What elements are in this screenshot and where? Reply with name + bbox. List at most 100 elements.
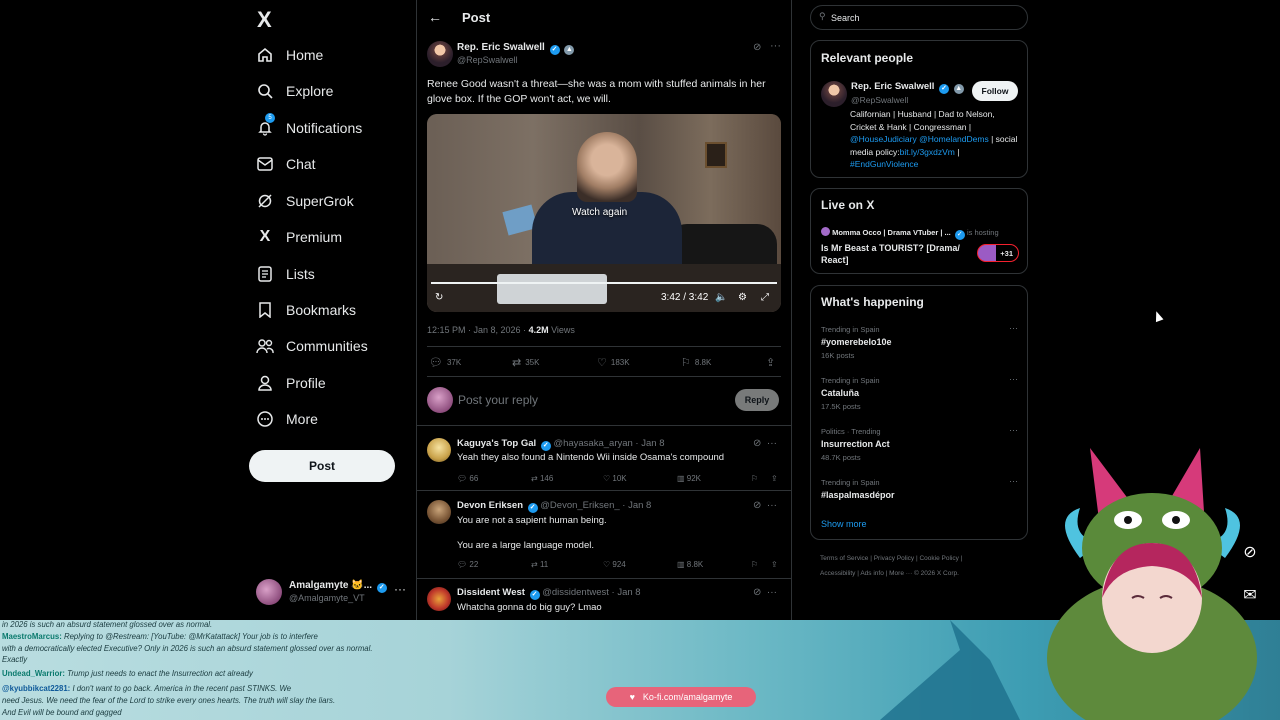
- account-handle: @Amalgamyte_VT: [289, 593, 365, 603]
- video-player[interactable]: Watch again ↻ 3:42 / 3:42 🔈 ⚙ ⤢: [427, 114, 781, 312]
- account-switcher[interactable]: Amalgamyte 🐱... ✓ @Amalgamyte_VT ···: [256, 576, 406, 610]
- bio-link[interactable]: #EndGunViolence: [850, 159, 918, 169]
- bookmark-icon: ⚐: [681, 357, 691, 369]
- nav-item-chat[interactable]: Chat: [254, 146, 316, 182]
- share-icon[interactable]: ⇪: [766, 356, 779, 369]
- nav-item-explore[interactable]: Explore: [254, 73, 333, 109]
- settings-gear-icon[interactable]: ⚙: [738, 292, 747, 303]
- chat-message: @kyubbikcat2281: I don't want to go back…: [2, 684, 292, 693]
- reply-action[interactable]: 💬︎ 37K: [429, 356, 461, 369]
- avatar: [427, 438, 451, 462]
- tweet-author[interactable]: Rep. Eric Swalwell ✓ ▲: [457, 42, 575, 55]
- fullscreen-icon[interactable]: ⤢: [761, 292, 769, 303]
- list-icon: [254, 263, 276, 285]
- trend-item[interactable]: Trending in Spain Cataluña 17.5K posts ·…: [821, 374, 1021, 411]
- reply-text: You are a large language model.: [457, 540, 594, 551]
- bookmark-icon: [254, 299, 276, 321]
- nav-item-profile[interactable]: Profile: [254, 365, 326, 401]
- nav-item-bookmarks[interactable]: Bookmarks: [254, 292, 356, 328]
- reply-menu[interactable]: ⊘ ···: [753, 587, 777, 598]
- reply-author[interactable]: Devon Eriksen ✓ @Devon_Eriksen_ · Jan 8: [457, 500, 651, 513]
- reply-count[interactable]: 💬︎ 22: [457, 560, 478, 569]
- show-more-link[interactable]: Show more: [821, 519, 867, 529]
- repost-count[interactable]: ⇄ 11: [531, 560, 548, 569]
- people-icon: [254, 335, 276, 357]
- post-button[interactable]: Post: [249, 450, 395, 482]
- nav-item-communities[interactable]: Communities: [254, 328, 368, 364]
- bio-link[interactable]: @HouseJudiciary: [850, 134, 917, 144]
- divider: [427, 376, 781, 377]
- reply-menu[interactable]: ⊘ ···: [753, 438, 777, 449]
- reply-input[interactable]: Post your reply: [458, 393, 538, 407]
- grok-icon[interactable]: ⊘: [753, 42, 761, 53]
- more-dots-icon[interactable]: ···: [394, 582, 406, 596]
- replay-icon[interactable]: ↻: [435, 292, 443, 303]
- nav-item-supergrok[interactable]: SuperGrok: [254, 183, 354, 219]
- video-progress-bar[interactable]: [431, 282, 777, 284]
- avatar: [427, 500, 451, 524]
- bio-link[interactable]: @HomelandDems: [919, 134, 989, 144]
- follow-button[interactable]: Follow: [972, 81, 1018, 101]
- bio-link[interactable]: bit.ly/3gxdzVm: [900, 147, 955, 157]
- nav-label: Explore: [286, 83, 334, 99]
- repost-action[interactable]: ⇄ 35K: [512, 356, 539, 369]
- x-logo-icon[interactable]: X: [257, 7, 281, 32]
- watch-again-button[interactable]: Watch again: [572, 207, 627, 218]
- tweet-handle[interactable]: @RepSwalwell: [457, 55, 518, 65]
- verified-icon: ✓: [954, 230, 965, 240]
- trend-item[interactable]: Trending in Spain #yomerebelo10e 16K pos…: [821, 323, 1021, 360]
- search-input[interactable]: ⚲ Search: [810, 5, 1028, 30]
- view-count[interactable]: ▥ 92K: [677, 474, 701, 483]
- bookmark-icon[interactable]: ⚐: [751, 560, 758, 569]
- card-title: What's happening: [821, 295, 924, 309]
- share-icon[interactable]: ⇪: [771, 474, 778, 483]
- share-icon[interactable]: ⇪: [771, 560, 778, 569]
- volume-icon[interactable]: 🔈: [715, 292, 727, 303]
- live-host[interactable]: Momma Occo | Drama VTuber | ... ✓ is hos…: [821, 227, 999, 240]
- more-dots-icon[interactable]: ···: [770, 40, 781, 52]
- like-action[interactable]: ♡ 183K: [597, 356, 630, 369]
- reply-author[interactable]: Dissident West ✓ @dissidentwest · Jan 8: [457, 587, 641, 600]
- avatar[interactable]: [821, 81, 847, 107]
- mail-icon: [254, 153, 276, 175]
- nav-item-notifications[interactable]: 5 Notifications: [254, 110, 362, 146]
- person-name[interactable]: Rep. Eric Swalwell ✓ ▲: [851, 81, 964, 94]
- back-arrow-icon[interactable]: ←: [428, 9, 442, 25]
- reply-author[interactable]: Kaguya's Top Gal ✓ @hayasaka_aryan · Jan…: [457, 438, 664, 451]
- reply-count[interactable]: 💬︎ 66: [457, 474, 478, 483]
- like-count[interactable]: ♡ 924: [603, 560, 626, 569]
- reply-button[interactable]: Reply: [735, 389, 779, 411]
- nav-item-lists[interactable]: Lists: [254, 256, 315, 292]
- mail-icon[interactable]: ✉: [1236, 581, 1264, 609]
- repost-count[interactable]: ⇄ 146: [531, 474, 553, 483]
- more-dots-icon[interactable]: ···: [1009, 323, 1018, 333]
- nav-item-home[interactable]: Home: [254, 37, 323, 73]
- nav-item-premium[interactable]: X Premium: [254, 219, 342, 255]
- vtuber-avatar-graphic: [1047, 448, 1257, 720]
- like-count[interactable]: ♡ 10K: [603, 474, 627, 483]
- grok-icon[interactable]: ⊘: [1236, 538, 1264, 566]
- footer-links[interactable]: Accessibility | Ads info | More ··· © 20…: [820, 570, 959, 577]
- search-icon: [254, 80, 276, 102]
- avatar: [427, 587, 451, 611]
- bookmark-action[interactable]: ⚐ 8.8K: [681, 356, 711, 369]
- bookmark-icon[interactable]: ⚐: [751, 474, 758, 483]
- page-title: Post: [462, 10, 491, 25]
- view-count[interactable]: ▥ 8.8K: [677, 560, 703, 569]
- video-time: 3:42 / 3:42: [661, 292, 709, 303]
- footer-links[interactable]: Terms of Service | Privacy Policy | Cook…: [820, 555, 962, 562]
- live-viewers-badge[interactable]: +31: [977, 244, 1019, 262]
- more-dots-icon[interactable]: ···: [1009, 425, 1018, 435]
- trend-item[interactable]: Politics · Trending Insurrection Act 48.…: [821, 425, 1021, 462]
- live-stream-title[interactable]: Is Mr Beast a TOURIST? [Drama/ React]: [821, 242, 971, 266]
- trend-item[interactable]: Trending in Spain #laspalmasdépor ···: [821, 476, 1021, 500]
- more-dots-icon[interactable]: ···: [1009, 476, 1018, 486]
- chat-message: MaestroMarcus: Replying to @Restream: [Y…: [2, 632, 318, 641]
- more-dots-icon[interactable]: ···: [1009, 374, 1018, 384]
- reply-menu[interactable]: ⊘ ···: [753, 500, 777, 511]
- verified-icon: ✓: [376, 583, 387, 593]
- video-wall-frame: [705, 142, 727, 168]
- avatar[interactable]: [427, 41, 453, 67]
- notification-badge: 5: [265, 113, 275, 123]
- nav-item-more[interactable]: More: [254, 401, 318, 437]
